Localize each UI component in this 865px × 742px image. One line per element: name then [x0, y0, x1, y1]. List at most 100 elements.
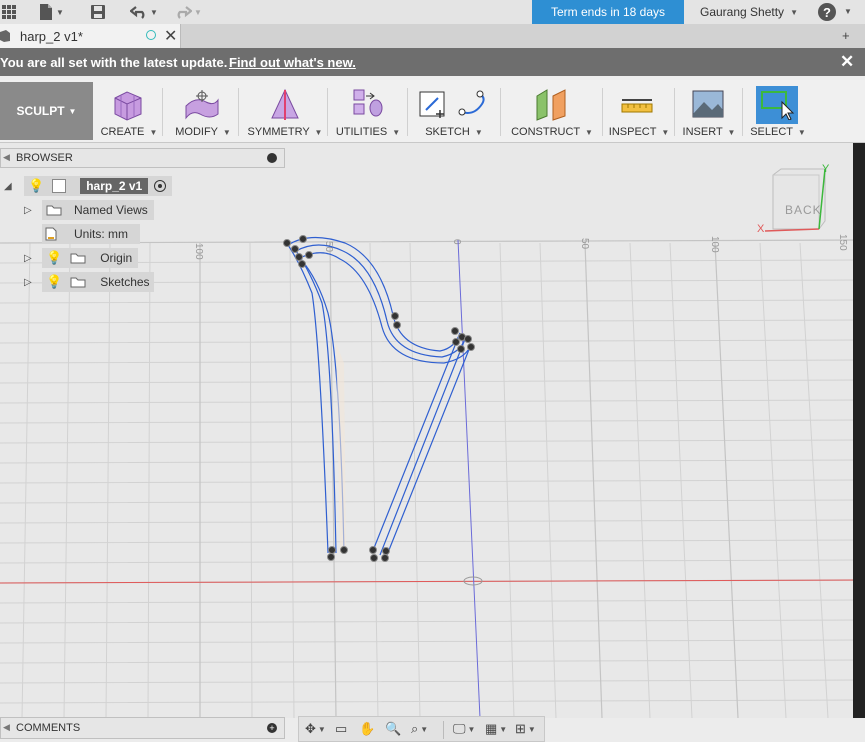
root-component-label: harp_2 v1: [80, 178, 149, 194]
sync-status-icon: [146, 30, 156, 40]
chevron-down-icon: ▼: [68, 106, 77, 116]
harp-sketch-profile[interactable]: [287, 236, 471, 556]
term-status-button[interactable]: Term ends in 18 days: [532, 0, 684, 24]
browser-title: BROWSER: [16, 152, 73, 164]
document-tab[interactable]: harp_2 v1* ✕: [0, 24, 181, 48]
component-icon: [0, 30, 10, 42]
expand-triangle-icon[interactable]: ▷: [24, 277, 32, 288]
browser-root-node[interactable]: 💡 harp_2 v1: [24, 176, 172, 196]
file-icon: [40, 4, 52, 20]
browser-root-row[interactable]: ◢: [4, 176, 12, 196]
sketch-control-points[interactable]: [283, 235, 475, 562]
create-label: CREATE: [100, 126, 145, 138]
separator: [162, 88, 163, 136]
expand-triangle-icon[interactable]: ▷: [24, 205, 32, 216]
grid-icon: ▦: [485, 721, 498, 736]
look-at-button[interactable]: ▭: [335, 720, 347, 738]
browser-item-named-views[interactable]: Named Views: [42, 200, 154, 220]
undo-button[interactable]: ▼: [130, 2, 158, 22]
grid-settings-button[interactable]: ▦ ▼: [485, 720, 507, 738]
browser-item-label: Named Views: [74, 203, 148, 217]
browser-item-sketches-expander[interactable]: ▷: [24, 272, 32, 292]
zoom-button[interactable]: 🔍: [385, 720, 401, 738]
chevron-down-icon: ▼: [194, 7, 202, 17]
add-comment-icon[interactable]: +: [267, 723, 277, 733]
file-menu-button[interactable]: ▼: [38, 2, 64, 22]
construct-menu[interactable]: CONSTRUCT ▼: [506, 82, 598, 140]
activate-radio-icon[interactable]: [154, 180, 167, 192]
view-cube-graphic: [764, 168, 826, 232]
browser-item-units[interactable]: Units: mm: [42, 224, 140, 244]
orbit-icon: ✥: [305, 721, 316, 736]
browser-item-origin-expander[interactable]: ▷: [24, 248, 32, 268]
comments-title: COMMENTS: [16, 722, 81, 734]
modify-label: MODIFY: [175, 126, 218, 138]
sketch-line-icon: [458, 90, 485, 116]
chevron-down-icon[interactable]: ▼: [844, 7, 852, 16]
symmetry-icon: [271, 88, 299, 120]
chevron-down-icon: ▼: [150, 7, 158, 17]
user-account-menu[interactable]: Gaurang Shetty ▼: [700, 0, 798, 24]
browser-panel-header[interactable]: ◀ BROWSER: [0, 148, 285, 168]
comments-panel-header[interactable]: ◀ COMMENTS +: [0, 717, 285, 739]
application-bar: ▼ ▼ ▼ Term ends in 18 days Gaurang Shett…: [0, 0, 865, 25]
browser-minimize-icon[interactable]: [267, 153, 277, 163]
separator: [742, 88, 743, 136]
navigation-toolbar: ✥ ▼ ▭ ✋ 🔍 ⌕ ▼ 🖵 ▼ ▦ ▼ ⊞ ▼: [298, 716, 545, 742]
visibility-bulb-icon[interactable]: 💡: [46, 250, 62, 266]
browser-item-label: Sketches: [100, 275, 150, 289]
workspace-switcher[interactable]: SCULPT ▼: [0, 82, 93, 140]
update-banner: You are all set with the latest update. …: [0, 48, 865, 76]
expand-triangle-icon[interactable]: ▷: [24, 253, 32, 264]
viewports-button[interactable]: ⊞ ▼: [515, 720, 536, 738]
expand-triangle-icon[interactable]: ◢: [4, 181, 12, 192]
utilities-label: UTILITIES: [335, 126, 388, 138]
view-cube-face-label: BACK: [785, 203, 822, 217]
select-menu[interactable]: SELECT ▼: [748, 82, 808, 140]
inspect-menu[interactable]: INSPECT ▼: [608, 82, 670, 140]
workspace-toolbar: SCULPT ▼ CREATE ▼ MODIFY ▼ SYMMETRY ▼ UT…: [0, 80, 865, 143]
help-button[interactable]: ?: [818, 3, 836, 21]
document-settings-icon: [45, 227, 57, 241]
zoom-window-button[interactable]: ⌕ ▼: [411, 720, 428, 738]
separator: [602, 88, 603, 136]
view-cube[interactable]: BACK X Y: [755, 163, 835, 237]
document-tab-title: harp_2 v1*: [20, 29, 83, 44]
data-panel-button[interactable]: [2, 2, 16, 22]
pan-button[interactable]: ✋: [359, 720, 375, 738]
symmetry-label: SYMMETRY: [247, 126, 310, 138]
workspace-label: SCULPT: [16, 104, 65, 118]
measure-icon: [621, 99, 653, 113]
collapse-arrow-icon[interactable]: ◀: [3, 722, 10, 733]
visibility-bulb-icon[interactable]: 💡: [46, 274, 62, 290]
help-icon: ?: [823, 4, 831, 20]
sketch-menu[interactable]: SKETCH ▼: [414, 82, 494, 140]
orbit-button[interactable]: ✥ ▼: [305, 720, 326, 738]
background-strip: [853, 143, 865, 718]
insert-menu[interactable]: INSERT ▼: [680, 82, 738, 140]
close-banner-icon[interactable]: ✕: [840, 52, 854, 72]
browser-item-named-views-expander[interactable]: ▷: [24, 200, 32, 220]
x-axis-line: [0, 579, 865, 584]
utilities-menu[interactable]: UTILITIES ▼: [335, 82, 401, 140]
ruler-labels: 100 50 0 50 100 150: [193, 234, 848, 260]
ground-grid: [0, 242, 865, 719]
display-settings-button[interactable]: 🖵 ▼: [453, 720, 475, 738]
symmetry-menu[interactable]: SYMMETRY ▼: [246, 82, 324, 140]
save-button[interactable]: [90, 2, 106, 22]
create-menu[interactable]: CREATE ▼: [98, 82, 160, 140]
zoom-icon: 🔍: [385, 721, 402, 736]
close-tab-icon[interactable]: ✕: [164, 26, 177, 46]
browser-item-sketches[interactable]: 💡 Sketches: [42, 272, 154, 292]
sketch-label: SKETCH: [425, 126, 470, 138]
visibility-bulb-icon[interactable]: 💡: [28, 178, 44, 194]
new-tab-icon[interactable]: +: [842, 28, 850, 43]
modify-menu[interactable]: MODIFY ▼: [172, 82, 234, 140]
redo-button[interactable]: ▼: [174, 2, 202, 22]
create-sketch-icon: [419, 91, 445, 118]
browser-item-origin[interactable]: 💡 Origin: [42, 248, 138, 268]
whats-new-link[interactable]: Find out what's new.: [229, 55, 356, 70]
viewports-icon: ⊞: [515, 721, 526, 736]
user-name: Gaurang Shetty: [700, 5, 785, 19]
collapse-arrow-icon[interactable]: ◀: [3, 152, 10, 163]
